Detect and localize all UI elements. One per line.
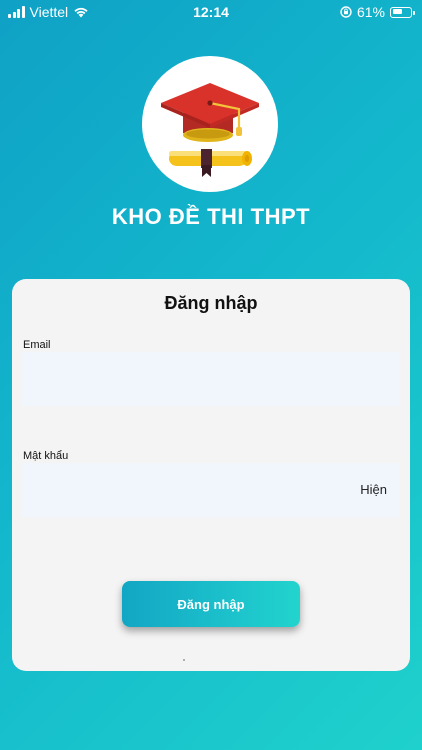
- email-field[interactable]: [22, 352, 400, 406]
- graduation-cap-diploma-icon: [161, 83, 259, 177]
- app-logo: [142, 56, 278, 192]
- decorative-dot: [183, 659, 185, 661]
- login-card: Đăng nhập Email Mật khẩu Hiện Đăng nhập: [12, 279, 410, 671]
- app-title: KHO ĐỀ THI THPT: [111, 204, 311, 229]
- login-button[interactable]: Đăng nhập: [122, 581, 300, 627]
- rotation-lock-icon: [340, 6, 352, 18]
- show-password-toggle[interactable]: Hiện: [360, 482, 387, 497]
- battery-percent: 61%: [356, 4, 385, 20]
- status-right: 61%: [340, 4, 415, 20]
- password-field[interactable]: [22, 463, 400, 517]
- password-label: Mật khẩu: [23, 450, 69, 462]
- battery-level: [392, 9, 403, 14]
- password-field-container: Hiện: [22, 463, 400, 517]
- battery-icon: [390, 6, 415, 18]
- status-bar: Viettel 12:14 61%: [0, 0, 422, 24]
- email-field-container: [22, 352, 400, 406]
- login-heading: Đăng nhập: [164, 293, 258, 313]
- email-label: Email: [23, 339, 51, 351]
